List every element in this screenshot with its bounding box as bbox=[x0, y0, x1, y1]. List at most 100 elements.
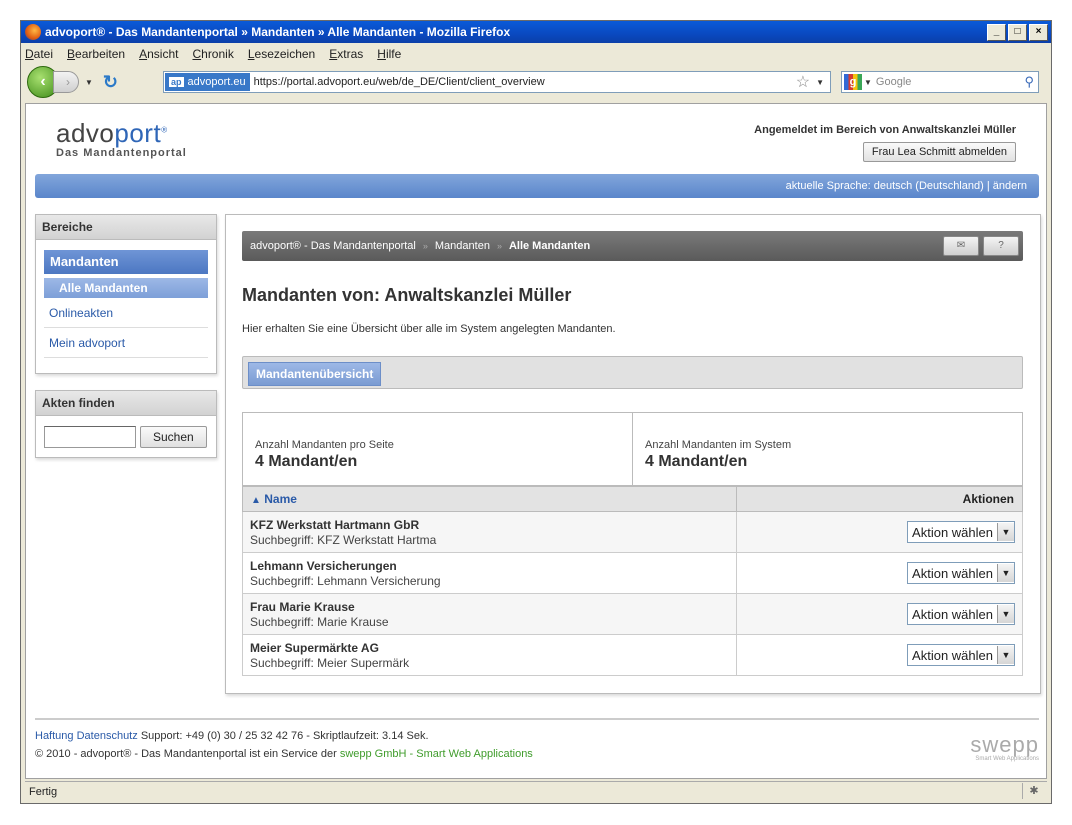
addon-icon[interactable]: ✱ bbox=[1022, 783, 1045, 799]
menu-extras[interactable]: Extras bbox=[329, 47, 363, 61]
sort-ascending-icon: ▲ bbox=[251, 495, 261, 506]
support-info: Support: +49 (0) 30 / 25 32 42 76 - Skri… bbox=[140, 730, 429, 742]
clients-table: ▲ Name Aktionen KFZ Werkstatt Hartmann G… bbox=[242, 486, 1023, 676]
logo-subtitle: Das Mandantenportal bbox=[56, 147, 187, 159]
breadcrumb-separator-icon: » bbox=[422, 241, 428, 251]
window-title: advoport® - Das Mandantenportal » Mandan… bbox=[45, 25, 511, 39]
chevron-down-icon[interactable]: ▼ bbox=[997, 605, 1014, 623]
login-text: Angemeldet im Bereich von Anwaltskanzlei… bbox=[754, 124, 1016, 136]
search-engine-dropdown-icon[interactable]: ▼ bbox=[864, 78, 872, 87]
action-select[interactable]: Aktion wählen ▼ bbox=[907, 603, 1015, 625]
breadcrumb-mandanten[interactable]: Mandanten bbox=[435, 240, 490, 252]
client-search-term: Suchbegriff: Marie Krause bbox=[250, 614, 389, 629]
footer-line-2: © 2010 - advoport® - Das Mandantenportal… bbox=[35, 748, 1039, 760]
firefox-icon bbox=[25, 24, 41, 40]
column-header-name[interactable]: ▲ Name bbox=[242, 486, 737, 512]
history-dropdown-icon[interactable]: ▼ bbox=[85, 78, 93, 87]
sidebar-item-alle-mandanten[interactable]: Alle Mandanten bbox=[44, 278, 208, 298]
action-select[interactable]: Aktion wählen ▼ bbox=[907, 562, 1015, 584]
table-row: Meier Supermärkte AG Suchbegriff: Meier S… bbox=[242, 634, 1023, 676]
sidebar-item-mein-advoport[interactable]: Mein advoport bbox=[44, 328, 208, 358]
find-files-panel: Akten finden Suchen bbox=[35, 390, 217, 458]
liability-link[interactable]: Haftung bbox=[35, 730, 74, 742]
client-name[interactable]: KFZ Werkstatt Hartmann GbR bbox=[250, 518, 729, 532]
search-bar[interactable]: g ▼ Google ⚲ bbox=[841, 71, 1039, 93]
advoport-logo[interactable]: advoport® Das Mandantenportal bbox=[56, 118, 187, 159]
client-search-term: Suchbegriff: KFZ Werkstatt Hartma bbox=[250, 532, 437, 547]
action-select[interactable]: Aktion wählen ▼ bbox=[907, 521, 1015, 543]
chevron-down-icon[interactable]: ▼ bbox=[997, 564, 1014, 582]
breadcrumb-current: Alle Mandanten bbox=[508, 240, 591, 252]
client-name[interactable]: Frau Marie Krause bbox=[250, 600, 729, 614]
reload-button[interactable]: ↻ bbox=[103, 72, 118, 93]
address-bar[interactable]: ap advoport.eu https://portal.advoport.eu… bbox=[163, 71, 831, 93]
page-title: Mandanten von: Anwaltskanzlei Müller bbox=[242, 285, 572, 305]
client-name[interactable]: Meier Supermärkte AG bbox=[250, 641, 729, 655]
send-mail-icon[interactable]: ✉ bbox=[943, 236, 979, 256]
google-engine-icon[interactable]: g bbox=[844, 74, 862, 90]
forward-button[interactable]: › bbox=[53, 71, 79, 93]
search-placeholder[interactable]: Google bbox=[876, 76, 1025, 88]
menu-bar: Datei Bearbeiten Ansicht Chronik Lesezei… bbox=[21, 43, 1051, 64]
help-icon[interactable]: ? bbox=[983, 236, 1019, 256]
swepp-link[interactable]: swepp GmbH - Smart Web Applications bbox=[340, 748, 533, 760]
minimize-button[interactable]: _ bbox=[987, 23, 1006, 41]
login-info: Angemeldet im Bereich von Anwaltskanzlei… bbox=[754, 124, 1016, 162]
stats-box: Anzahl Mandanten pro Seite 4 Mandant/en … bbox=[242, 412, 1023, 486]
tab-mandantenuebersicht[interactable]: Mandantenübersicht bbox=[248, 362, 382, 386]
breadcrumb-home[interactable]: advoport® - Das Mandantenportal bbox=[250, 240, 416, 252]
site-identity-badge[interactable]: ap advoport.eu bbox=[165, 73, 250, 91]
stat-in-system: Anzahl Mandanten im System 4 Mandant/en bbox=[632, 413, 1022, 485]
status-bar: Fertig ✱ bbox=[25, 781, 1047, 801]
close-button[interactable]: × bbox=[1029, 23, 1048, 41]
client-search-term: Suchbegriff: Meier Supermärk bbox=[250, 655, 410, 670]
browser-window: advoport® - Das Mandantenportal » Mandan… bbox=[20, 20, 1052, 804]
stat-value: 4 Mandant/en bbox=[645, 453, 748, 470]
areas-panel-title: Bereiche bbox=[36, 215, 216, 240]
main-panel: advoport® - Das Mandantenportal » Mandan… bbox=[225, 214, 1041, 694]
logout-button[interactable]: Frau Lea Schmitt abmelden bbox=[862, 142, 1016, 162]
url-dropdown-icon[interactable]: ▼ bbox=[816, 78, 824, 87]
column-header-actions: Aktionen bbox=[736, 486, 1023, 512]
sidebar-item-mandanten[interactable]: Mandanten bbox=[44, 250, 208, 274]
menu-hilfe[interactable]: Hilfe bbox=[377, 47, 401, 61]
privacy-link[interactable]: Datenschutz bbox=[77, 730, 138, 742]
language-bar[interactable]: aktuelle Sprache: deutsch (Deutschland) … bbox=[35, 174, 1039, 198]
sidebar-item-onlineakten[interactable]: Onlineakten bbox=[44, 298, 208, 328]
stat-label: Anzahl Mandanten pro Seite bbox=[255, 439, 394, 451]
breadcrumb: advoport® - Das Mandantenportal » Mandan… bbox=[242, 231, 1023, 261]
bookmark-star-icon[interactable]: ☆ bbox=[796, 72, 810, 92]
maximize-button[interactable]: □ bbox=[1008, 23, 1027, 41]
action-select[interactable]: Aktion wählen ▼ bbox=[907, 644, 1015, 666]
client-name[interactable]: Lehmann Versicherungen bbox=[250, 559, 729, 573]
menu-ansicht[interactable]: Ansicht bbox=[139, 47, 178, 61]
logo-part-port: port bbox=[114, 118, 162, 148]
find-files-input[interactable] bbox=[44, 426, 136, 448]
find-files-title: Akten finden bbox=[36, 391, 216, 416]
page-intro: Hier erhalten Sie eine Übersicht über al… bbox=[242, 323, 616, 335]
logo-registered-mark: ® bbox=[161, 125, 168, 135]
navigation-toolbar: ‹ › ▼ ↻ ap advoport.eu https://portal.adv… bbox=[21, 64, 1051, 100]
copyright-text: © 2010 - advoport® - Das Mandantenportal… bbox=[35, 748, 337, 760]
footer: Haftung Datenschutz Support: +49 (0) 30 … bbox=[35, 718, 1039, 762]
client-search-term: Suchbegriff: Lehmann Versicherung bbox=[250, 573, 441, 588]
search-icon[interactable]: ⚲ bbox=[1024, 74, 1034, 90]
menu-datei[interactable]: Datei bbox=[25, 47, 53, 61]
url-text[interactable]: https://portal.advoport.eu/web/de_DE/Cli… bbox=[250, 76, 796, 88]
logo-part-advo: advo bbox=[56, 118, 115, 148]
find-files-button[interactable]: Suchen bbox=[140, 426, 207, 448]
table-row: KFZ Werkstatt Hartmann GbR Suchbegriff: K… bbox=[242, 511, 1023, 553]
title-bar: advoport® - Das Mandantenportal » Mandan… bbox=[21, 21, 1051, 43]
table-row: Lehmann Versicherungen Suchbegriff: Lehma… bbox=[242, 552, 1023, 594]
tab-bar: Mandantenübersicht bbox=[242, 356, 1023, 389]
menu-bearbeiten[interactable]: Bearbeiten bbox=[67, 47, 125, 61]
chevron-down-icon[interactable]: ▼ bbox=[997, 523, 1014, 541]
swepp-logo-tagline: Smart Web Applications bbox=[975, 756, 1039, 762]
chevron-down-icon[interactable]: ▼ bbox=[997, 646, 1014, 664]
menu-lesezeichen[interactable]: Lesezeichen bbox=[248, 47, 315, 61]
table-row: Frau Marie Krause Suchbegriff: Marie Krau… bbox=[242, 593, 1023, 635]
swepp-logo: swepp Smart Web Applications bbox=[970, 732, 1039, 762]
breadcrumb-separator-icon: » bbox=[496, 241, 502, 251]
page-content: advoport® Das Mandantenportal Angemeldet… bbox=[25, 103, 1047, 779]
menu-chronik[interactable]: Chronik bbox=[192, 47, 233, 61]
